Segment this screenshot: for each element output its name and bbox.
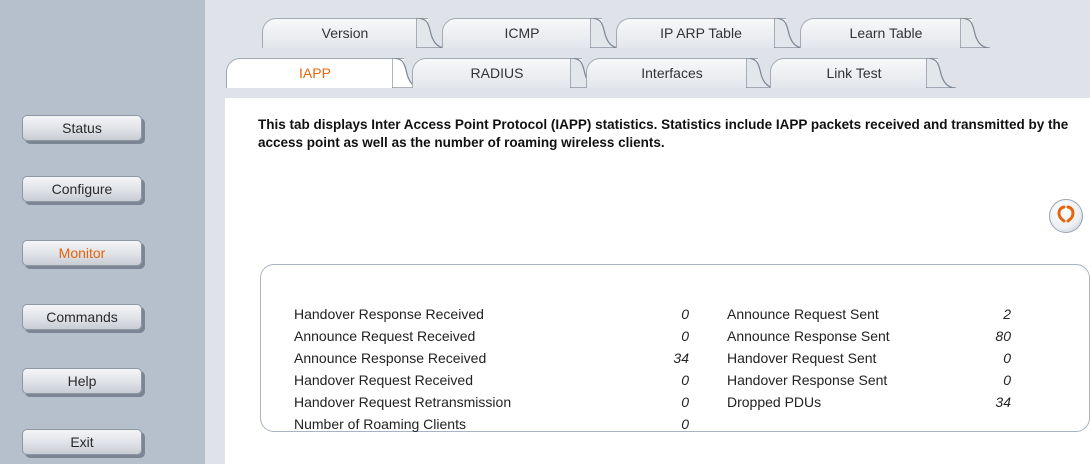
stat-label: Handover Response Received (294, 306, 484, 322)
stat-label: Announce Request Sent (727, 306, 879, 322)
stat-value: 0 (1003, 350, 1011, 366)
sidebar-item-label: Help (67, 373, 97, 389)
tab-label: ICMP (504, 25, 540, 41)
stat-value: 0 (681, 372, 689, 388)
sidebar-item-label: Status (62, 120, 102, 136)
stat-label: Announce Request Received (294, 328, 476, 344)
refresh-button[interactable] (1049, 199, 1083, 233)
stats-panel: Handover Response Received 0 Announce Re… (260, 264, 1090, 432)
sidebar-item-commands[interactable]: Commands (22, 304, 142, 330)
page-description: This tab displays Inter Access Point Pro… (258, 117, 1069, 150)
stat-row: Announce Response Sent 80 (727, 325, 1047, 347)
tab-label: Interfaces (641, 65, 703, 81)
tab-label: IP ARP Table (660, 25, 742, 41)
tab-label: RADIUS (470, 65, 524, 81)
stat-row: Handover Request Sent 0 (727, 347, 1047, 369)
stat-label: Handover Request Retransmission (294, 394, 512, 410)
stat-value: 34 (995, 394, 1011, 410)
stat-label: Number of Roaming Clients (294, 416, 466, 432)
stat-row: Dropped PDUs 34 (727, 391, 1047, 413)
sidebar: Status Configure Monitor Commands Help E… (0, 0, 205, 464)
sidebar-item-status[interactable]: Status (22, 115, 142, 141)
gutter (205, 0, 225, 464)
tab-learn-table[interactable]: Learn Table (800, 18, 990, 48)
tab-icmp[interactable]: ICMP (442, 18, 620, 48)
stat-label: Announce Response Sent (727, 328, 890, 344)
stat-row: Announce Response Received 34 (294, 347, 714, 369)
stat-value: 0 (681, 394, 689, 410)
tab-label: Version (321, 25, 369, 41)
tab-radius[interactable]: RADIUS (412, 58, 600, 88)
sidebar-item-monitor[interactable]: Monitor (22, 240, 142, 266)
stat-value: 0 (681, 416, 689, 432)
tab-label: IAPP (299, 65, 331, 81)
sidebar-item-label: Configure (51, 181, 113, 197)
stat-row: Handover Response Received 0 (294, 303, 714, 325)
sidebar-item-label: Monitor (58, 245, 106, 261)
stat-label: Handover Request Received (294, 372, 473, 388)
stat-row: Number of Roaming Clients 0 (294, 413, 714, 435)
stat-value: 34 (673, 350, 689, 366)
sidebar-item-label: Exit (70, 434, 94, 450)
sidebar-item-label: Commands (46, 309, 118, 325)
refresh-icon (1056, 204, 1076, 229)
sidebar-item-exit[interactable]: Exit (22, 429, 142, 455)
tab-label: Learn Table (849, 25, 923, 41)
stat-row: Handover Request Received 0 (294, 369, 714, 391)
stat-label: Announce Response Received (294, 350, 487, 366)
stat-value: 0 (1003, 372, 1011, 388)
stat-value: 0 (681, 328, 689, 344)
tab-iapp[interactable]: IAPP (226, 58, 422, 88)
sidebar-item-help[interactable]: Help (22, 368, 142, 394)
stat-value: 80 (995, 328, 1011, 344)
main-content: This tab displays Inter Access Point Pro… (225, 98, 1090, 464)
tab-link-test[interactable]: Link Test (770, 58, 956, 88)
tab-ip-arp-table[interactable]: IP ARP Table (616, 18, 804, 48)
stat-row: Announce Request Sent 2 (727, 303, 1047, 325)
tab-interfaces[interactable]: Interfaces (586, 58, 776, 88)
stat-row: Handover Request Retransmission 0 (294, 391, 714, 413)
stat-label: Dropped PDUs (727, 394, 822, 410)
stat-row: Announce Request Received 0 (294, 325, 714, 347)
stat-value: 0 (681, 306, 689, 322)
sidebar-item-configure[interactable]: Configure (22, 176, 142, 202)
stat-label: Handover Response Sent (727, 372, 888, 388)
stat-label: Handover Request Sent (727, 350, 877, 366)
tab-label: Link Test (826, 65, 882, 81)
stat-row: Handover Response Sent 0 (727, 369, 1047, 391)
stat-value: 2 (1003, 306, 1011, 322)
tab-version[interactable]: Version (262, 18, 446, 48)
